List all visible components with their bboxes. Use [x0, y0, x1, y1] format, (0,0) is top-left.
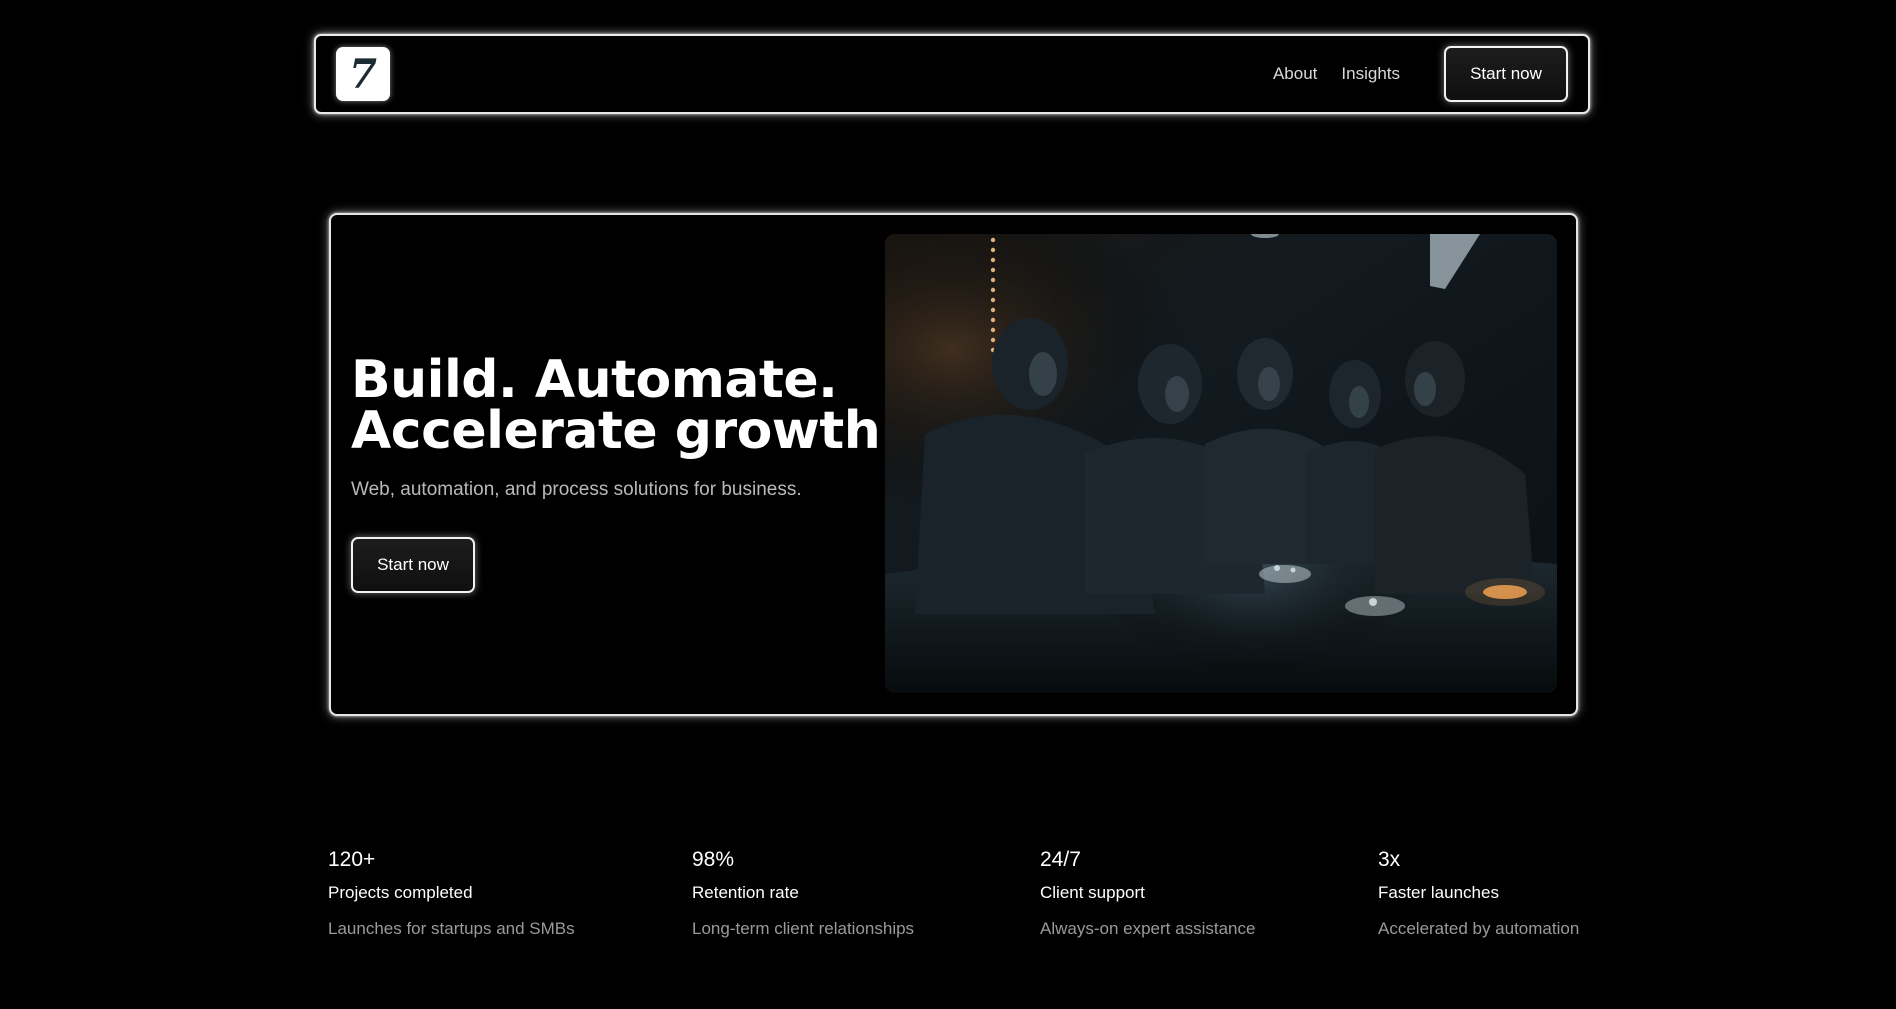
- hero-card: Build. Automate. Accelerate growth. Web,…: [329, 213, 1578, 716]
- stat-description: Always-on expert assistance: [1040, 919, 1256, 938]
- hero-title-line-2: Accelerate growth.: [351, 401, 900, 461]
- stat-support: 24/7 Client support Always-on expert ass…: [1040, 846, 1255, 940]
- hero-start-now-button[interactable]: Start now: [351, 537, 475, 593]
- stat-projects: 120+ Projects completed Launches for sta…: [328, 846, 575, 940]
- stat-description: Accelerated by automation: [1378, 919, 1580, 938]
- page: 7 About Insights Start now Build. Automa…: [0, 0, 1896, 1009]
- stat-value: 24/7: [1040, 848, 1081, 871]
- stat-label: Client support: [1040, 883, 1145, 902]
- hero-subtitle: Web, automation, and process solutions f…: [351, 479, 802, 500]
- stat-label: Faster launches: [1378, 883, 1499, 902]
- stat-launches: 3x Faster launches Accelerated by automa…: [1378, 846, 1579, 940]
- navbar: 7 About Insights Start now: [314, 34, 1590, 114]
- stat-value: 120+: [328, 848, 376, 871]
- stats-section: 120+ Projects completed Launches for sta…: [0, 846, 1896, 966]
- stat-value: 98%: [692, 848, 735, 871]
- stat-description: Long-term client relationships: [692, 919, 915, 938]
- nav-link-insights[interactable]: Insights: [1341, 64, 1400, 84]
- hero-image: [885, 234, 1557, 693]
- logo-glyph: 7: [349, 51, 377, 98]
- nav-start-now-button[interactable]: Start now: [1444, 46, 1568, 102]
- stat-label: Projects completed: [328, 883, 473, 902]
- nav-link-about[interactable]: About: [1273, 64, 1317, 84]
- team-meeting-illustration: [885, 234, 1557, 693]
- stat-description: Launches for startups and SMBs: [328, 919, 575, 938]
- hero-title: Build. Automate. Accelerate growth.: [351, 354, 900, 457]
- nav-menu: About Insights Start now: [1273, 46, 1568, 102]
- stat-label: Retention rate: [692, 883, 799, 902]
- logo[interactable]: 7: [336, 47, 390, 101]
- stat-retention: 98% Retention rate Long-term client rela…: [692, 846, 914, 940]
- stat-value: 3x: [1378, 848, 1401, 871]
